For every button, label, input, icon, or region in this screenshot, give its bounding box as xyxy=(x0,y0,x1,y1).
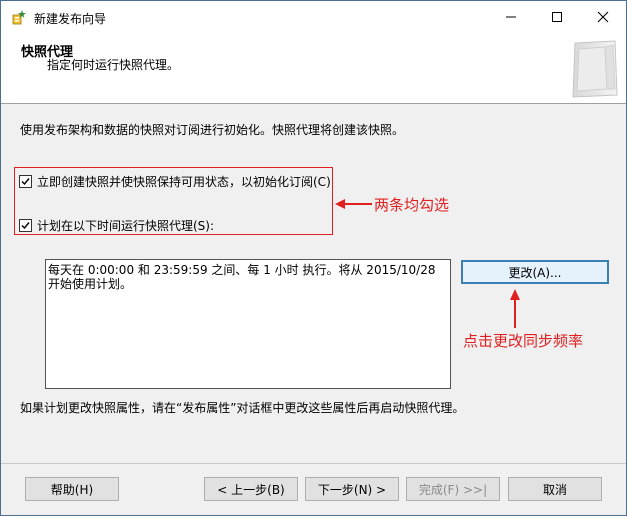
checkmark-icon xyxy=(21,178,30,186)
wizard-app-icon xyxy=(12,10,26,25)
page-subtitle: 指定何时运行快照代理。 xyxy=(47,58,180,72)
back-button[interactable]: < 上一步(B) xyxy=(204,477,298,501)
wizard-header-graphic-icon xyxy=(572,40,618,98)
annotation-arrow-up-icon xyxy=(510,289,520,328)
next-button[interactable]: 下一步(N) > xyxy=(305,477,399,501)
checkbox-immediate-label: 立即创建快照并使快照保持可用状态，以初始化订阅(C) xyxy=(37,175,331,189)
annotation-click-change: 点击更改同步频率 xyxy=(463,332,584,350)
title-bar[interactable]: 新建发布向导 xyxy=(1,1,626,33)
maximize-icon xyxy=(552,12,562,22)
wizard-window: 新建发布向导 快照代理 指定何时运行快照代理。 使用发布架构和数据的快照对订阅进… xyxy=(0,0,627,516)
help-button[interactable]: 帮助(H) xyxy=(25,477,119,501)
change-schedule-button[interactable]: 更改(A)... xyxy=(461,260,609,284)
checkbox-immediate[interactable] xyxy=(19,175,32,188)
close-button[interactable] xyxy=(580,1,626,33)
checkbox-row-schedule[interactable]: 计划在以下时间运行快照代理(S): xyxy=(19,217,214,234)
footer-divider xyxy=(1,463,626,464)
annotation-check-both: 两条均勾选 xyxy=(374,196,450,214)
wizard-header: 快照代理 指定何时运行快照代理。 xyxy=(1,33,626,104)
minimize-icon xyxy=(506,16,516,18)
description-text: 使用发布架构和数据的快照对订阅进行初始化。快照代理将创建该快照。 xyxy=(20,123,405,137)
close-icon xyxy=(597,11,609,23)
maximize-button[interactable] xyxy=(534,1,580,33)
checkmark-icon xyxy=(21,222,30,230)
cancel-button[interactable]: 取消 xyxy=(508,477,602,501)
schedule-description-box: 每天在 0:00:00 和 23:59:59 之间、每 1 小时 执行。将从 2… xyxy=(45,259,451,389)
annotation-arrow-left-icon xyxy=(335,199,372,209)
checkbox-schedule[interactable] xyxy=(19,219,32,232)
minimize-button[interactable] xyxy=(488,1,534,33)
window-title: 新建发布向导 xyxy=(34,12,107,26)
footer-note: 如果计划更改快照属性，请在“发布属性”对话框中更改这些属性后再启动快照代理。 xyxy=(20,401,465,415)
checkbox-schedule-label: 计划在以下时间运行快照代理(S): xyxy=(37,219,215,233)
checkbox-row-immediate[interactable]: 立即创建快照并使快照保持可用状态，以初始化订阅(C) xyxy=(19,173,331,190)
finish-button[interactable]: 完成(F) >>| xyxy=(406,477,500,501)
